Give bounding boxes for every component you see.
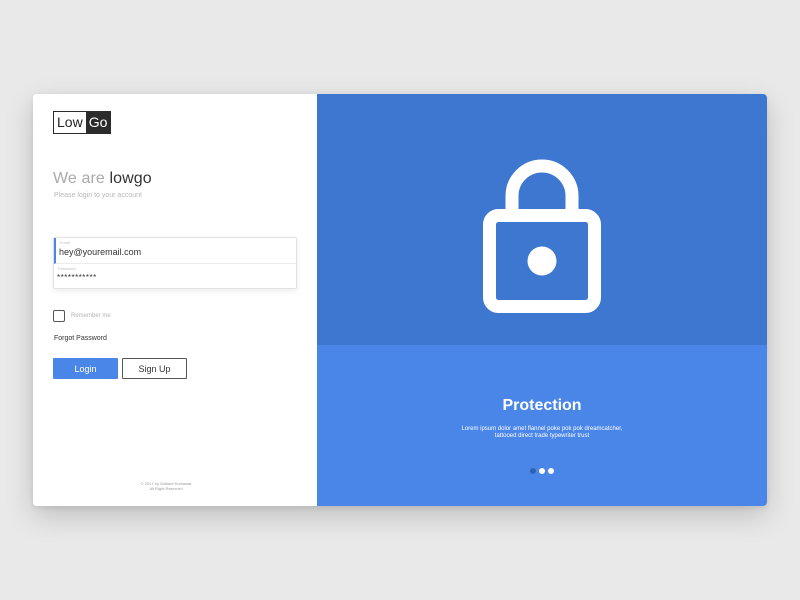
title-brand: lowgo [109,170,152,187]
email-field: Email [54,238,296,264]
signup-button[interactable]: Sign Up [122,358,187,379]
logo-part-1: Low [54,112,86,133]
hero-panel: Protection Lorem ipsum dolor amet flanne… [317,94,767,506]
hero-image-area [317,94,767,345]
remember-me-label[interactable]: Remember me [71,313,111,319]
hero-description-line-1: Lorem ipsum dolor amet flannel poke pok … [461,426,623,432]
email-input[interactable] [59,245,289,259]
carousel-dot-3[interactable] [548,468,554,474]
hero-description: Lorem ipsum dolor amet flannel poke pok … [427,426,657,440]
page-title: We are lowgo [53,170,152,188]
logo-part-2: Go [85,112,111,133]
login-card: Low Go We are lowgo Please login to your… [33,94,767,506]
login-form: Email Password [53,237,297,289]
login-button[interactable]: Login [53,358,118,379]
password-input[interactable] [57,270,287,284]
remember-me: Remember me [53,310,111,322]
forgot-password-link[interactable]: Forgot Password [54,335,107,342]
carousel-dots [530,468,554,474]
carousel-dot-2[interactable] [539,468,545,474]
rights-text: All Right Reserved [149,486,183,491]
remember-me-checkbox[interactable] [53,310,65,322]
lock-icon [483,159,601,313]
hero-title: Protection [502,397,582,414]
logo: Low Go [53,111,112,134]
hero-text-area: Protection Lorem ipsum dolor amet flanne… [317,345,767,506]
footer: © 2017 by Sidhant Kumawat All Right Rese… [33,481,299,491]
carousel-dot-1[interactable] [530,468,536,474]
password-field: Password [54,264,296,289]
title-prefix: We are [53,170,110,187]
page-subtitle: Please login to your account [54,192,142,199]
login-panel: Low Go We are lowgo Please login to your… [33,94,317,506]
hero-description-line-2: tattooed direct trade typewriter trust [494,433,590,439]
